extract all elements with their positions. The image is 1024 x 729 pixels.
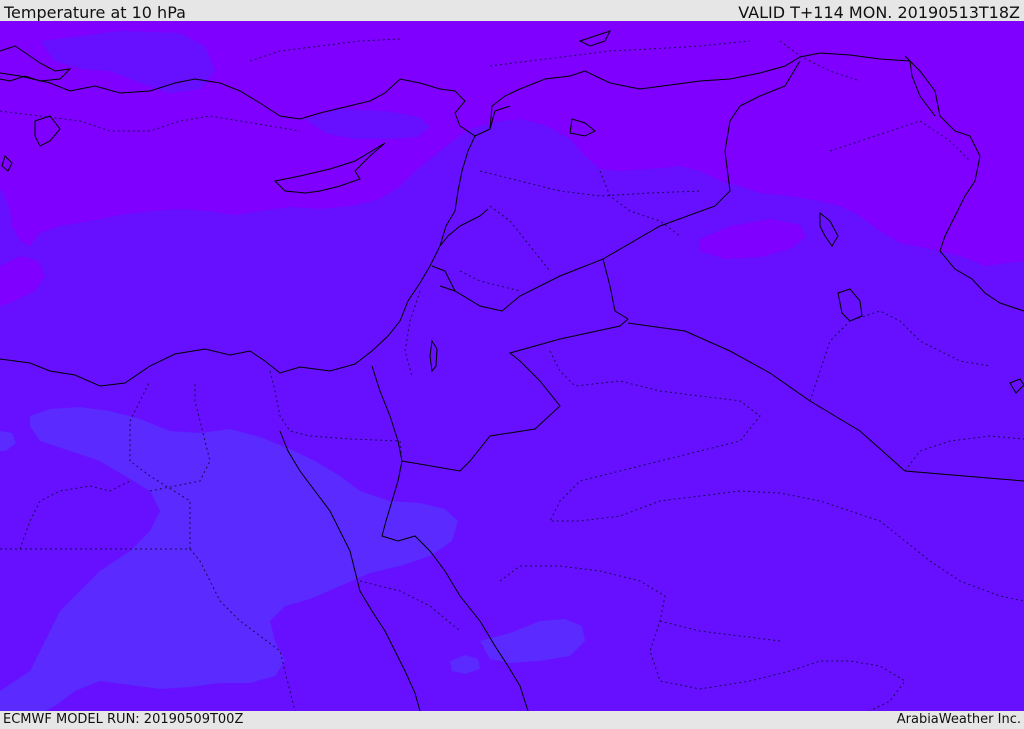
- valid-time: VALID T+114 MON. 20190513T18Z: [738, 3, 1020, 22]
- footer-bar: ECMWF MODEL RUN: 20190509T00Z ArabiaWeat…: [0, 711, 1024, 729]
- temperature-map: [0, 21, 1024, 711]
- map-panel[interactable]: [0, 21, 1024, 711]
- map-title: Temperature at 10 hPa: [4, 3, 186, 22]
- model-run-label: ECMWF MODEL RUN: 20190509T00Z: [3, 712, 244, 727]
- brand-credit: ArabiaWeather Inc.: [896, 712, 1021, 727]
- header-bar: Temperature at 10 hPa VALID T+114 MON. 2…: [0, 0, 1024, 22]
